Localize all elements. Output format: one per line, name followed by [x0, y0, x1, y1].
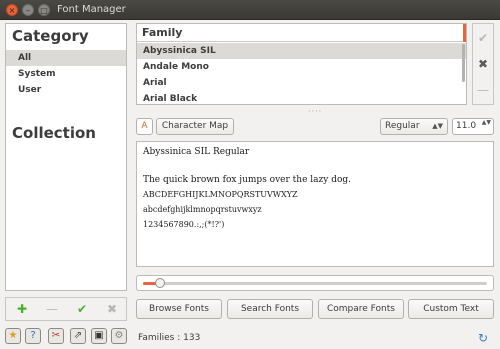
family-row[interactable]: Abyssinica SIL	[137, 43, 466, 59]
custom-text-button[interactable]: Custom Text	[408, 299, 494, 319]
slider-track	[143, 282, 487, 285]
family-list: Family Abyssinica SIL Andale Mono Arial …	[136, 23, 467, 105]
preview-lowercase: abcdefghijklmnopqrstuvwxyz	[143, 205, 262, 214]
category-system[interactable]: System	[6, 66, 126, 82]
family-scrollbar[interactable]	[462, 44, 465, 82]
header-accent	[463, 24, 466, 42]
family-row[interactable]: Arial Black	[137, 91, 466, 107]
families-count: Families : 133	[138, 333, 201, 343]
preview-sentence: The quick brown fox jumps over the lazy …	[143, 175, 351, 185]
minimize-button[interactable]: –	[22, 4, 34, 16]
font-preview[interactable]: Abyssinica SIL Regular The quick brown f…	[136, 141, 494, 267]
maximize-button[interactable]: □	[38, 4, 50, 16]
font-size-value: 11.0	[456, 121, 477, 131]
family-column-header[interactable]: Family	[137, 24, 466, 42]
family-row[interactable]: Andale Mono	[137, 59, 466, 75]
clear-icon[interactable]: ✖	[104, 301, 120, 317]
refresh-icon[interactable]: ↻	[478, 331, 488, 345]
character-map-icon[interactable]: A	[136, 118, 153, 135]
category-all[interactable]: All	[6, 50, 126, 66]
browse-fonts-button[interactable]: Browse Fonts	[136, 299, 222, 319]
style-select[interactable]: Regular ▲▼	[380, 118, 448, 135]
preview-uppercase: ABCDEFGHIJKLMNOPQRSTUVWXYZ	[143, 190, 298, 199]
preview-font-name: Abyssinica SIL Regular	[143, 147, 250, 157]
window-title: Font Manager	[57, 4, 126, 15]
spin-arrows-icon[interactable]: ▲▼	[482, 119, 491, 126]
help-icon[interactable]: ?	[25, 328, 41, 344]
slider-handle[interactable]	[155, 278, 166, 288]
title-bar: × – □ Font Manager	[0, 0, 500, 20]
search-fonts-button[interactable]: Search Fonts	[227, 299, 313, 319]
collection-heading: Collection	[12, 124, 96, 142]
close-button[interactable]: ×	[6, 4, 18, 16]
remove-font-icon[interactable]: —	[473, 80, 493, 100]
collection-toolbar: ✚ — ✔ ✖	[5, 297, 127, 321]
sidebar-divider	[6, 116, 126, 117]
save-icon[interactable]: ▣	[91, 328, 107, 344]
export-icon[interactable]: ⇗	[70, 328, 86, 344]
sidebar: Category All System User Collection	[5, 23, 127, 291]
pane-resize-handle[interactable]: ····	[308, 107, 322, 116]
family-row[interactable]: Arial	[137, 75, 466, 91]
font-size-spinner[interactable]: 11.0 ▲▼	[452, 118, 494, 135]
disable-font-icon[interactable]: ✖	[473, 54, 493, 74]
add-collection-icon[interactable]: ✚	[14, 301, 30, 317]
category-heading: Category	[12, 27, 89, 45]
apply-icon[interactable]: ✔	[74, 301, 90, 317]
manage-icon[interactable]: ⚙	[111, 328, 127, 344]
preview-digits: 1234567890.:,;(*!?')	[143, 220, 225, 229]
category-user[interactable]: User	[6, 82, 126, 98]
compare-fonts-button[interactable]: Compare Fonts	[318, 299, 404, 319]
enable-font-icon[interactable]: ✔	[473, 28, 493, 48]
preview-size-slider[interactable]	[136, 275, 494, 291]
font-action-toolbar: ✔ ✖ —	[472, 23, 494, 105]
preferences-icon[interactable]: ✂	[48, 328, 64, 344]
style-select-value: Regular	[385, 121, 420, 131]
remove-collection-icon[interactable]: —	[44, 301, 60, 317]
chevron-updown-icon: ▲▼	[432, 122, 443, 130]
star-icon[interactable]: ★	[5, 328, 21, 344]
character-map-button[interactable]: Character Map	[156, 118, 234, 135]
